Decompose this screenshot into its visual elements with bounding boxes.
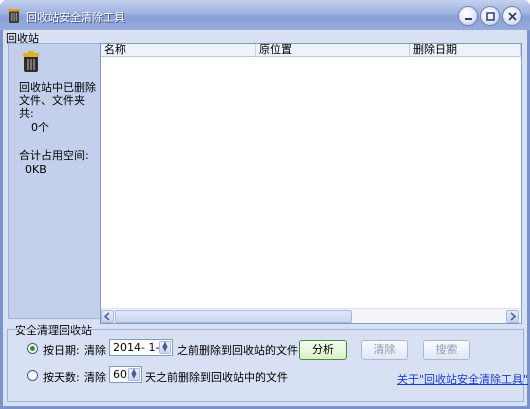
scroll-left-button[interactable] bbox=[101, 310, 114, 323]
maximize-icon bbox=[486, 12, 495, 21]
minimize-icon bbox=[465, 18, 472, 20]
deleted-items-label-line3: 共: bbox=[19, 107, 34, 120]
radio-selected-dot bbox=[30, 346, 35, 351]
by-days-label: 按天数: bbox=[43, 371, 80, 384]
column-header-location[interactable]: 原位置 bbox=[256, 44, 410, 57]
date-picker[interactable]: 2014- 1- 9 ▲ ▼ bbox=[109, 339, 173, 356]
window-client-area: 回收站 回收站中已删除 文件、文件夹 共: 0个 合计占用空间: 0KB 名称 … bbox=[3, 30, 528, 406]
search-button[interactable]: 搜索 bbox=[423, 340, 470, 360]
maximize-button[interactable] bbox=[480, 6, 500, 26]
scroll-right-button[interactable] bbox=[506, 310, 519, 323]
days-value: 60 bbox=[113, 368, 127, 381]
arrow-left-icon bbox=[103, 312, 110, 321]
arrow-right-icon bbox=[510, 312, 517, 321]
by-date-radio[interactable] bbox=[27, 343, 38, 354]
date-spin-button[interactable]: ▲ ▼ bbox=[159, 341, 171, 354]
minimize-button[interactable] bbox=[458, 6, 478, 26]
analyze-button[interactable]: 分析 bbox=[299, 340, 347, 360]
title-bar[interactable]: 回收站安全清除工具 bbox=[0, 0, 530, 30]
by-days-radio[interactable] bbox=[27, 370, 38, 381]
clear-button[interactable]: 清除 bbox=[361, 340, 408, 360]
scroll-thumb[interactable] bbox=[115, 310, 352, 323]
horizontal-scrollbar[interactable] bbox=[101, 308, 521, 323]
deleted-items-count: 0个 bbox=[31, 121, 49, 134]
column-header-name[interactable]: 名称 bbox=[101, 44, 256, 57]
about-link[interactable]: 关于"回收站安全清除工具" bbox=[397, 371, 528, 387]
close-icon bbox=[508, 12, 517, 21]
total-space-label: 合计占用空间: bbox=[19, 149, 89, 162]
recycle-bin-icon bbox=[23, 51, 39, 72]
by-date-clear-prefix: 清除 bbox=[84, 344, 106, 357]
window-title: 回收站安全清除工具 bbox=[26, 11, 125, 24]
deleted-files-list[interactable]: 名称 原位置 删除日期 bbox=[100, 43, 522, 324]
days-spin-button[interactable]: ▲ ▼ bbox=[128, 368, 140, 381]
column-header-deleted-date[interactable]: 删除日期 bbox=[410, 44, 521, 57]
close-button[interactable] bbox=[502, 6, 522, 26]
deleted-items-label-line2: 文件、文件夹 bbox=[19, 94, 85, 107]
total-space-value: 0KB bbox=[25, 163, 47, 176]
days-spinner[interactable]: 60 ▲ ▼ bbox=[109, 366, 142, 383]
by-date-label: 按日期: bbox=[43, 344, 80, 357]
deleted-items-label-line1: 回收站中已删除 bbox=[19, 81, 96, 94]
trash-can-icon bbox=[8, 9, 20, 23]
by-days-clear-prefix: 清除 bbox=[84, 371, 106, 384]
by-date-suffix: 之前删除到回收站的文件 bbox=[177, 344, 298, 357]
app-window: 回收站安全清除工具 回收站 回收站中已删除 文件、文件夹 共: 0个 合计占用空… bbox=[0, 0, 530, 409]
recycle-info-panel: 回收站中已删除 文件、文件夹 共: 0个 合计占用空间: 0KB bbox=[8, 43, 101, 319]
by-days-suffix: 天之前删除到回收站中的文件 bbox=[145, 371, 288, 384]
list-header: 名称 原位置 删除日期 bbox=[101, 44, 521, 57]
